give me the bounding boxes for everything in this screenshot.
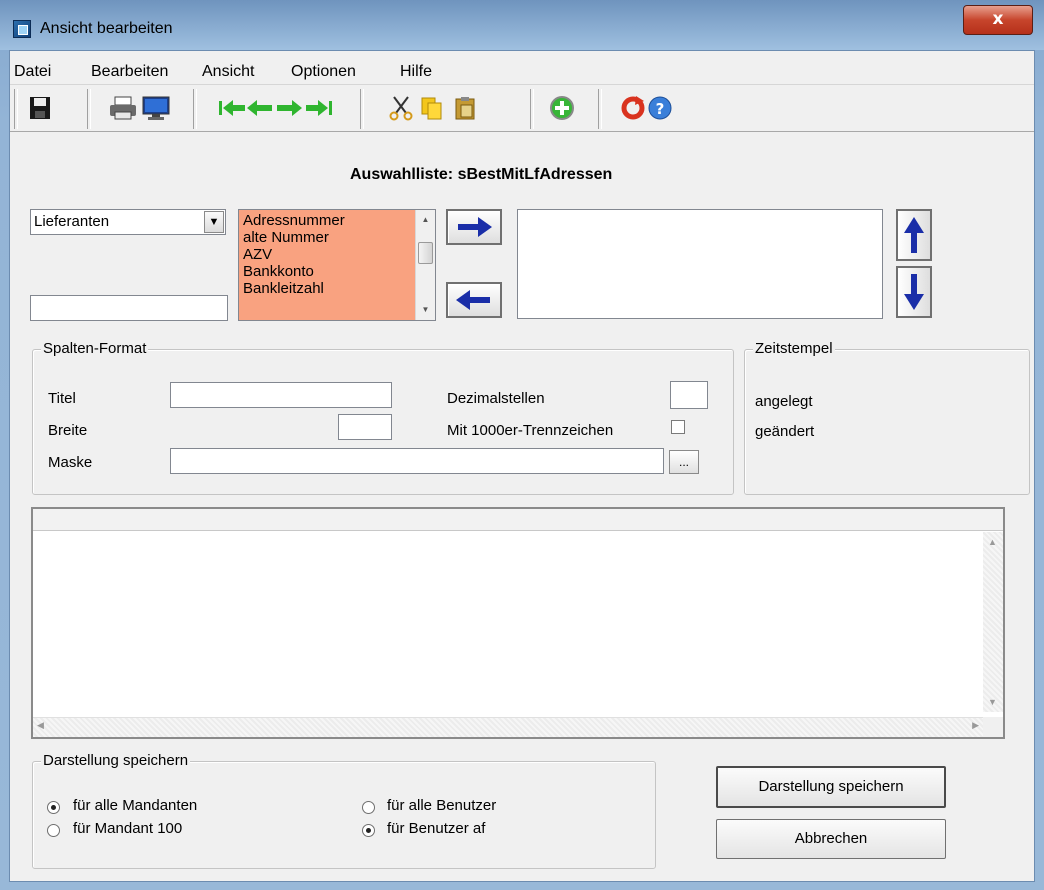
list-item[interactable]: alte Nummer	[239, 229, 435, 246]
arrow-left-icon	[456, 290, 490, 310]
scroll-down-icon[interactable]: ▼	[416, 302, 435, 318]
paste-icon[interactable]	[452, 95, 478, 125]
arrow-right-icon	[458, 217, 492, 237]
changed-label: geändert	[755, 423, 815, 440]
scroll-left-icon[interactable]: ◀	[37, 720, 44, 731]
menu-optionen[interactable]: Optionen	[291, 63, 356, 81]
dialog-client: Datei Bearbeiten Ansicht Optionen Hilfe	[9, 50, 1035, 882]
cancel-button[interactable]: Abbrechen	[716, 819, 946, 859]
radio-all-users-label[interactable]: für alle Benutzer	[387, 797, 496, 814]
grid-scroll-corner	[983, 717, 1003, 737]
grid-header	[33, 509, 1003, 531]
app-icon	[13, 20, 31, 38]
column-format-group: Spalten-Format Titel Breite Maske ... De…	[32, 340, 734, 495]
print-icon[interactable]	[108, 95, 138, 125]
list-item[interactable]: Bankkonto	[239, 263, 435, 280]
menu-bar: Datei Bearbeiten Ansicht Optionen Hilfe	[10, 59, 1034, 85]
scroll-down-icon[interactable]: ▼	[983, 694, 1002, 710]
radio-all-clients[interactable]	[47, 801, 60, 814]
save-scope-label: Darstellung speichern	[41, 752, 191, 769]
move-up-button[interactable]	[896, 209, 932, 261]
selected-fields-list[interactable]	[517, 209, 883, 319]
menu-datei[interactable]: Datei	[14, 63, 51, 81]
scroll-right-icon[interactable]: ▶	[972, 720, 979, 731]
arrow-up-icon	[904, 217, 924, 253]
title-bar[interactable]: Ansicht bearbeiten x	[0, 0, 1044, 50]
mask-browse-button[interactable]: ...	[669, 450, 699, 474]
thousands-label: Mit 1000er-Trennzeichen	[447, 422, 614, 439]
list-scrollbar[interactable]: ▲ ▼	[415, 210, 435, 320]
add-field-button[interactable]	[446, 209, 502, 245]
save-scope-group: Darstellung speichern für alle Mandanten…	[32, 752, 656, 869]
menu-hilfe[interactable]: Hilfe	[400, 63, 432, 81]
toolbar-separator	[360, 89, 364, 129]
cut-icon[interactable]	[388, 95, 414, 125]
previous-icon[interactable]	[244, 95, 276, 125]
grid-horizontal-scrollbar[interactable]: ◀ ▶	[33, 717, 983, 737]
width-field[interactable]	[338, 414, 392, 440]
radio-user-af-label[interactable]: für Benutzer af	[387, 820, 485, 837]
save-view-button[interactable]: Darstellung speichern	[716, 766, 946, 808]
toolbar-separator	[598, 89, 602, 129]
toolbar-separator	[87, 89, 91, 129]
help-icon[interactable]: ?	[647, 95, 673, 125]
grid-vertical-scrollbar[interactable]: ▲ ▼	[983, 532, 1003, 712]
monitor-icon[interactable]	[141, 95, 171, 125]
width-label: Breite	[48, 422, 88, 439]
radio-client-100[interactable]	[47, 824, 60, 837]
list-item[interactable]: Bankleitzahl	[239, 280, 435, 297]
decimals-label: Dezimalstellen	[447, 390, 545, 407]
scroll-up-icon[interactable]: ▲	[983, 534, 1002, 550]
next-icon[interactable]	[273, 95, 305, 125]
chevron-down-icon[interactable]: ▼	[204, 211, 224, 233]
scroll-up-icon[interactable]: ▲	[416, 212, 435, 228]
source-combo-value: Lieferanten	[34, 213, 110, 230]
preview-grid[interactable]: ▲ ▼ ◀ ▶	[31, 507, 1005, 739]
thousands-checkbox[interactable]	[671, 420, 685, 434]
decimals-field[interactable]	[670, 381, 708, 409]
list-item[interactable]: Adressnummer	[239, 212, 435, 229]
title-field[interactable]	[170, 382, 392, 408]
window-frame: Ansicht bearbeiten x Datei Bearbeiten An…	[0, 0, 1044, 890]
window-title: Ansicht bearbeiten	[40, 20, 173, 37]
save-icon[interactable]	[28, 95, 52, 125]
radio-user-af[interactable]	[362, 824, 375, 837]
timestamp-label: Zeitstempel	[753, 340, 835, 357]
radio-all-users[interactable]	[362, 801, 375, 814]
menu-bearbeiten[interactable]: Bearbeiten	[91, 63, 168, 81]
scroll-thumb[interactable]	[418, 242, 433, 264]
radio-all-clients-label[interactable]: für alle Mandanten	[73, 797, 197, 814]
source-combo[interactable]: Lieferanten ▼	[30, 209, 226, 235]
move-down-button[interactable]	[896, 266, 932, 318]
created-label: angelegt	[755, 393, 813, 410]
mask-field[interactable]	[170, 448, 664, 474]
arrow-down-icon	[904, 274, 924, 310]
toolbar-separator	[193, 89, 197, 129]
radio-client-100-label[interactable]: für Mandant 100	[73, 820, 182, 837]
add-icon[interactable]	[549, 95, 575, 125]
column-format-label: Spalten-Format	[41, 340, 149, 357]
refresh-icon[interactable]	[620, 95, 646, 125]
timestamp-group: Zeitstempel angelegt geändert	[744, 340, 1030, 495]
toolbar: ?	[10, 84, 1034, 132]
available-fields-list[interactable]: Adressnummer alte Nummer AZV Bankkonto B…	[238, 209, 436, 321]
menu-ansicht[interactable]: Ansicht	[202, 63, 254, 81]
list-item[interactable]: AZV	[239, 246, 435, 263]
remove-field-button[interactable]	[446, 282, 502, 318]
toolbar-separator	[14, 89, 18, 129]
selection-list-title: Auswahlliste: sBestMitLfAdressen	[350, 166, 613, 183]
svg-text:?: ?	[656, 100, 665, 118]
toolbar-separator	[530, 89, 534, 129]
copy-icon[interactable]	[419, 95, 445, 125]
title-label: Titel	[48, 390, 76, 407]
mask-label: Maske	[48, 454, 93, 471]
close-button[interactable]: x	[963, 5, 1033, 35]
filter-input[interactable]	[30, 295, 228, 321]
last-icon[interactable]	[303, 95, 335, 125]
